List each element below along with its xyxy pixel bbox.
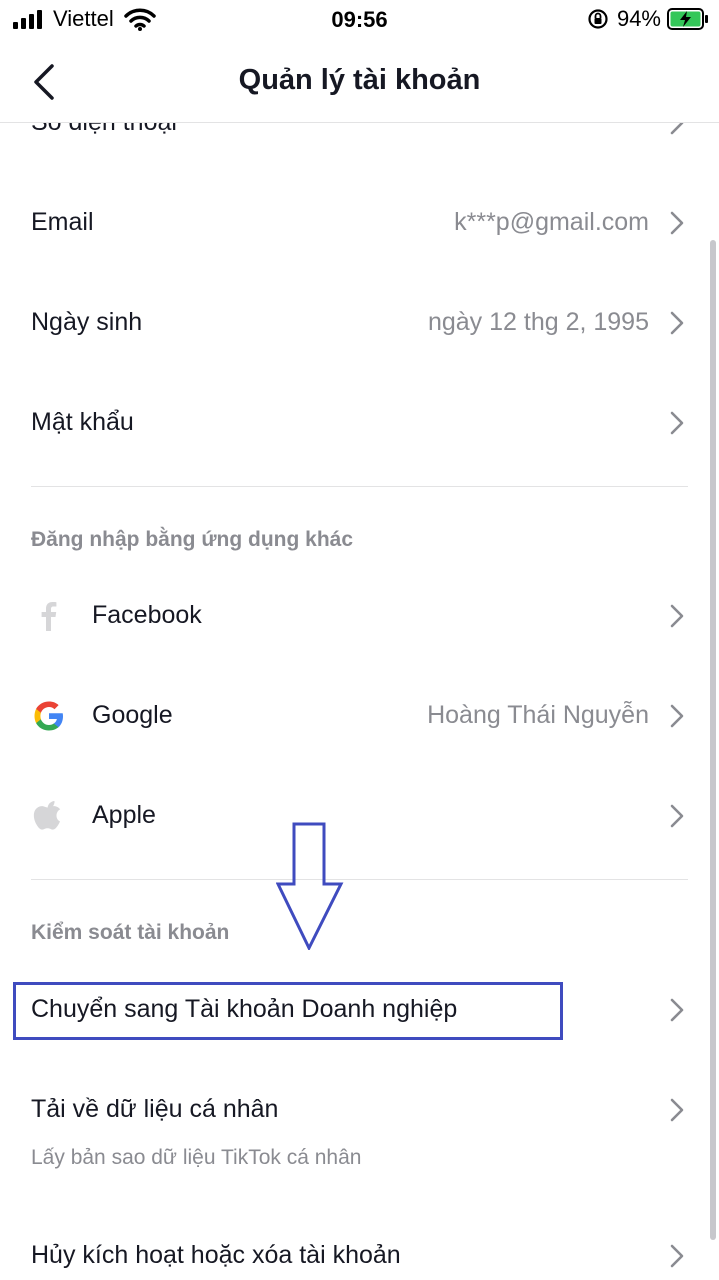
back-button[interactable] [26, 60, 66, 104]
password-label: Mật khẩu [31, 408, 134, 436]
chevron-left-icon [34, 64, 54, 100]
phone-label: Số điện thoại [31, 123, 177, 137]
battery-percent: 94% [616, 6, 661, 31]
chevron-right-icon [670, 311, 684, 335]
password-row[interactable]: Mật khẩu [0, 373, 719, 473]
birthday-label: Ngày sinh [31, 308, 143, 336]
apple-label: Apple [92, 801, 156, 829]
chevron-right-icon [670, 604, 684, 628]
google-row[interactable]: Google Hoàng Thái Nguyễn [0, 666, 719, 766]
chevron-right-icon [670, 998, 684, 1022]
section-title-account-control: Kiểm soát tài khoản [31, 921, 230, 944]
settings-list[interactable]: Số điện thoại Email k***p@gmail.com Ngày… [0, 123, 719, 1280]
chevron-right-icon [670, 1098, 684, 1122]
switch-business-label: Chuyển sang Tài khoản Doanh nghiệp [31, 995, 458, 1023]
phone-row[interactable]: Số điện thoại [0, 123, 719, 173]
apple-row[interactable]: Apple [0, 766, 719, 866]
apple-icon [33, 801, 61, 830]
switch-business-account-row[interactable]: Chuyển sang Tài khoản Doanh nghiệp [0, 959, 719, 1059]
section-title-login: Đăng nhập bằng ứng dụng khác [31, 528, 354, 551]
download-data-row[interactable]: Tải về dữ liệu cá nhân Lấy bản sao dữ li… [0, 1059, 719, 1189]
battery-charging-icon [667, 8, 708, 30]
birthday-value: ngày 12 thg 2, 1995 [427, 308, 649, 336]
facebook-row[interactable]: Facebook [0, 566, 719, 666]
email-label: Email [31, 208, 94, 236]
scrollbar[interactable] [710, 240, 716, 1240]
chevron-right-icon [670, 123, 684, 135]
deactivate-account-row[interactable]: Hủy kích hoạt hoặc xóa tài khoản [0, 1205, 719, 1280]
email-row[interactable]: Email k***p@gmail.com [0, 173, 719, 273]
facebook-label: Facebook [92, 601, 202, 629]
facebook-icon [41, 602, 57, 631]
nav-bar: Quản lý tài khoản [0, 40, 719, 123]
page-title: Quản lý tài khoản [238, 64, 481, 96]
divider [31, 879, 688, 880]
chevron-right-icon [670, 704, 684, 728]
divider [31, 486, 688, 487]
orientation-lock-icon [588, 9, 608, 29]
chevron-right-icon [670, 1244, 684, 1268]
download-data-subtitle: Lấy bản sao dữ liệu TikTok cá nhân [31, 1146, 362, 1169]
email-value: k***p@gmail.com [454, 208, 649, 236]
chevron-right-icon [670, 211, 684, 235]
google-label: Google [92, 701, 173, 729]
deactivate-label: Hủy kích hoạt hoặc xóa tài khoản [31, 1241, 401, 1269]
status-bar: Viettel 09:56 94% [0, 0, 719, 40]
google-value: Hoàng Thái Nguyễn [427, 701, 649, 729]
google-icon [34, 701, 63, 731]
chevron-right-icon [670, 804, 684, 828]
download-data-label: Tải về dữ liệu cá nhân [31, 1095, 279, 1123]
chevron-right-icon [670, 411, 684, 435]
birthday-row[interactable]: Ngày sinh ngày 12 thg 2, 1995 [0, 273, 719, 373]
